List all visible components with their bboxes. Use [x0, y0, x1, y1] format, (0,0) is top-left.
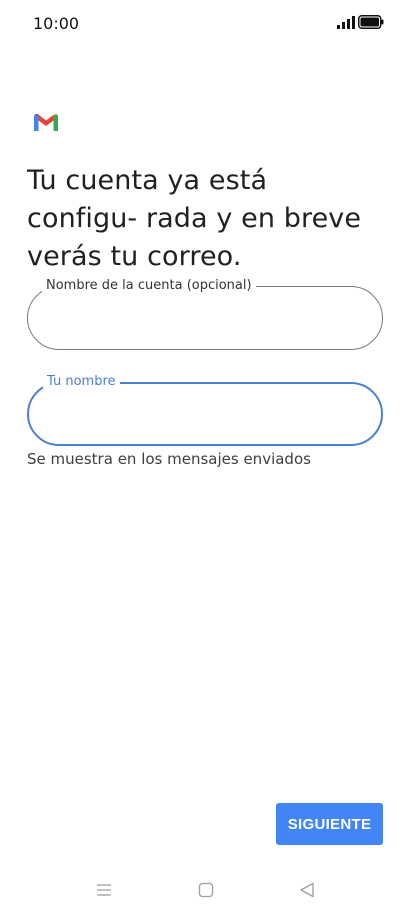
account-name-field[interactable]: Nombre de la cuenta (opcional)	[27, 277, 383, 350]
status-time: 10:00	[33, 14, 80, 33]
battery-icon	[358, 15, 384, 29]
page-title: Tu cuenta ya está configu- rada y en bre…	[27, 165, 362, 272]
back-icon[interactable]	[299, 882, 315, 898]
status-bar: 10:00	[0, 0, 410, 46]
navigation-bar	[0, 866, 410, 915]
home-icon[interactable]	[198, 882, 214, 898]
account-name-input[interactable]	[46, 301, 360, 335]
your-name-field[interactable]: Tu nombre	[27, 373, 383, 446]
your-name-label: Tu nombre	[43, 373, 120, 391]
account-name-label: Nombre de la cuenta (opcional)	[42, 277, 256, 295]
your-name-helper-text: Se muestra en los mensajes enviados	[27, 450, 311, 468]
your-name-input[interactable]	[47, 398, 361, 432]
menu-icon[interactable]	[96, 882, 112, 898]
signal-icon	[337, 16, 355, 29]
next-button[interactable]: SIGUIENTE	[276, 803, 383, 845]
gmail-logo-icon	[34, 114, 58, 131]
